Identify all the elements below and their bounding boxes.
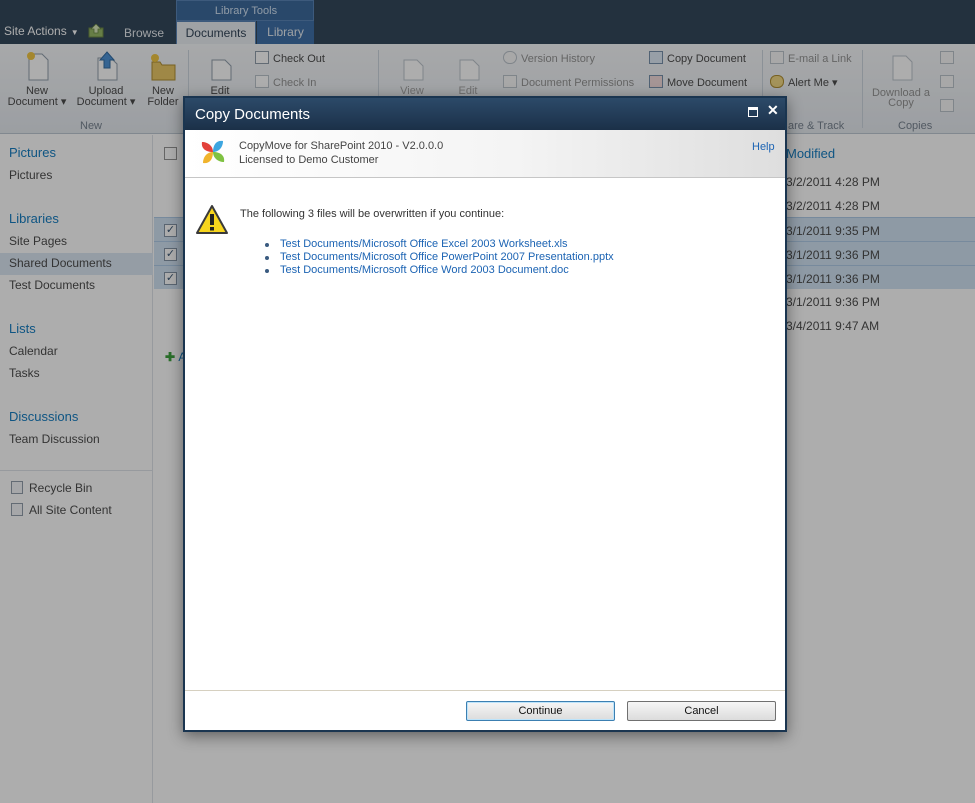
license-text: Licensed to Demo Customer xyxy=(239,154,379,166)
help-link[interactable]: Help xyxy=(752,141,775,153)
dialog-titlebar: Copy Documents ✕ xyxy=(185,98,785,130)
file-link[interactable]: Test Documents/Microsoft Office PowerPoi… xyxy=(265,251,614,264)
overwritten-file-list: Test Documents/Microsoft Office Excel 20… xyxy=(265,238,614,277)
product-banner: CopyMove for SharePoint 2010 - V2.0.0.0 … xyxy=(185,130,785,178)
warning-icon xyxy=(196,205,228,234)
product-name: CopyMove for SharePoint 2010 - V2.0.0.0 xyxy=(239,140,444,152)
dialog-footer-divider xyxy=(185,690,785,691)
maximize-icon[interactable] xyxy=(748,107,758,117)
close-icon[interactable]: ✕ xyxy=(767,102,779,119)
dialog-title: Copy Documents xyxy=(195,106,311,123)
overwrite-warning-message: The following 3 files will be overwritte… xyxy=(240,208,505,220)
copy-documents-dialog: Copy Documents ✕ CopyMove for SharePoint… xyxy=(183,96,787,732)
cancel-button[interactable]: Cancel xyxy=(627,701,776,721)
copymove-logo-icon xyxy=(201,140,225,164)
continue-button[interactable]: Continue xyxy=(466,701,615,721)
file-link[interactable]: Test Documents/Microsoft Office Excel 20… xyxy=(265,238,614,251)
file-link[interactable]: Test Documents/Microsoft Office Word 200… xyxy=(265,264,614,277)
